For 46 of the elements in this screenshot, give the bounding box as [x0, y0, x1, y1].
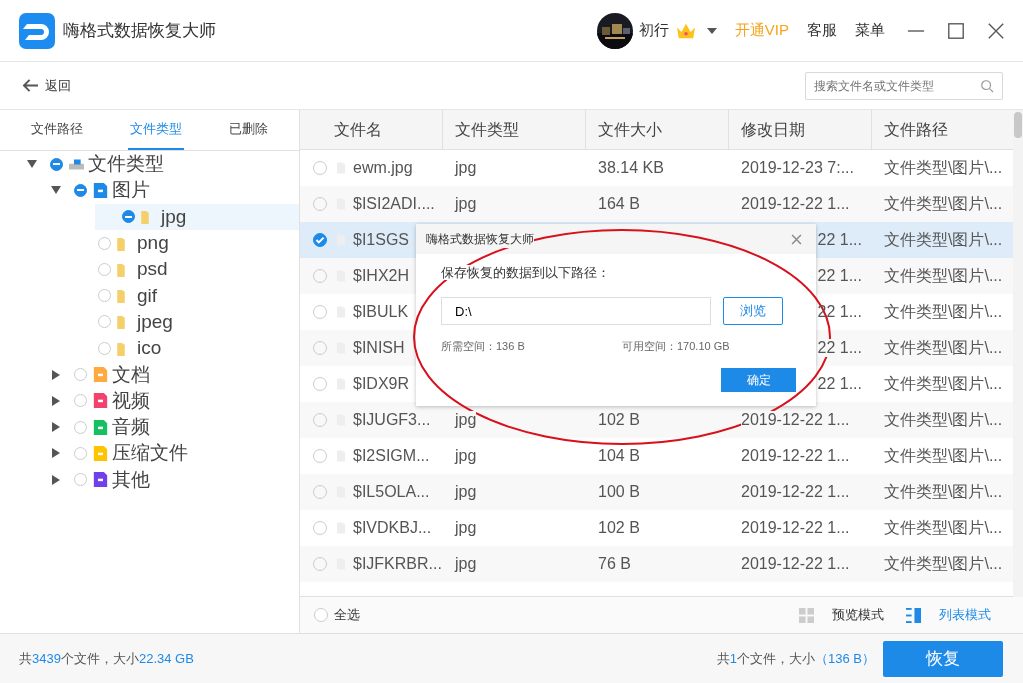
file-name: $IJUGF3... — [353, 411, 431, 429]
file-type: jpg — [455, 411, 477, 429]
file-name: $ISI2ADI.... — [353, 195, 435, 213]
file-name: $IBULK — [353, 303, 409, 321]
modified-date: 2019-12-23 7:... — [741, 159, 854, 177]
modified-date: 2019-12-22 1... — [741, 519, 850, 537]
file-type: jpg — [455, 555, 477, 573]
file-size: 102 B — [598, 519, 640, 537]
file-path: 文件类型\图片\... — [884, 337, 1003, 359]
file-name: ewm.jpg — [353, 159, 413, 177]
file-size: 38.14 KB — [598, 159, 664, 177]
file-path: 文件类型\图片\... — [884, 157, 1003, 178]
file-path: 文件类型\图片\... — [884, 265, 1003, 287]
file-path: 文件类型\图片\... — [884, 409, 1003, 431]
required-space: 所需空间：136 B — [441, 339, 526, 354]
file-type: jpg — [455, 195, 477, 213]
file-type: jpg — [455, 447, 477, 465]
file-name: $IHX2H — [353, 267, 410, 285]
modified-date: 2019-12-22 1... — [741, 447, 850, 465]
file-path: 文件类型\图片\... — [884, 193, 1003, 215]
app-title: 嗨格式数据恢复大师 — [63, 20, 216, 42]
file-path: 文件类型\图片\... — [884, 517, 1003, 538]
file-path: 文件类型\图片\... — [884, 481, 1003, 503]
file-type: jpg — [455, 159, 477, 177]
file-path: 文件类型\图片\... — [884, 301, 1003, 322]
file-size: 104 B — [598, 447, 640, 465]
file-name: $IL5OLA... — [353, 483, 430, 501]
file-name: $IJFKRBR... — [353, 555, 442, 573]
file-path: 文件类型\图片\... — [884, 373, 1003, 394]
modified-date: 22 1... — [817, 339, 862, 357]
file-path: 文件类型\图片\... — [884, 229, 1003, 251]
file-path: 文件类型\图片\... — [884, 445, 1003, 466]
selected-files-text: 共1个文件，大小（136 B） — [716, 649, 875, 668]
modified-date: 22 1... — [817, 375, 862, 393]
file-name: $I1SGS — [353, 231, 410, 249]
file-path: 文件类型\图片\... — [884, 553, 1003, 575]
modified-date: 2019-12-22 1... — [741, 411, 850, 429]
dialog-title: 嗨格式数据恢复大师 — [426, 230, 534, 248]
file-name: $IDX9R — [353, 375, 410, 393]
available-space: 可用空间：170.10 GB — [622, 339, 730, 354]
file-name: $I2SIGM... — [353, 447, 430, 465]
file-name: $IVDKBJ... — [353, 519, 432, 537]
file-type: jpg — [455, 483, 477, 501]
file-type: jpg — [455, 519, 477, 537]
total-files-text: 共3439个文件，大小22.34 GB — [19, 649, 194, 668]
file-name: $INISH — [353, 339, 405, 357]
